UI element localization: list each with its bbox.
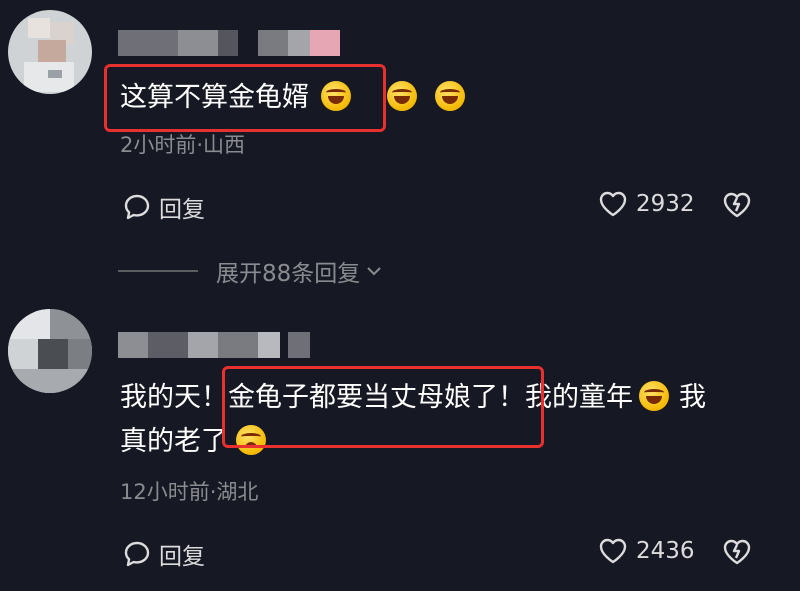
comment-meta: 2小时前·山西: [120, 133, 246, 157]
heart-icon: [599, 538, 627, 564]
heart-icon: [599, 191, 627, 217]
username-blurred[interactable]: [118, 332, 310, 358]
divider-line: [118, 270, 198, 272]
broken-heart-icon[interactable]: [722, 191, 752, 219]
reply-label: 回复: [159, 197, 205, 223]
expand-replies-label: 展开88条回复: [216, 261, 361, 287]
expand-replies[interactable]: 展开88条回复: [118, 254, 382, 288]
like-button[interactable]: 2436: [598, 537, 695, 565]
broken-heart-icon[interactable]: [722, 538, 752, 566]
reply-label: 回复: [159, 544, 205, 570]
comment-meta: 12小时前·湖北: [120, 480, 259, 504]
like-count: 2932: [636, 191, 695, 217]
laughing-crying-emoji-icon: [639, 381, 669, 411]
highlight-box: [222, 366, 544, 448]
reply-button[interactable]: 回复: [123, 190, 205, 224]
comment-bubble-icon: [124, 194, 150, 220]
avatar[interactable]: [8, 10, 92, 94]
like-count: 2436: [636, 538, 695, 564]
like-button[interactable]: 2932: [598, 190, 695, 218]
comment-bubble-icon: [124, 541, 150, 567]
comment-body: 真的老了: [120, 426, 228, 457]
avatar[interactable]: [8, 309, 92, 393]
laughing-crying-emoji-icon: [387, 81, 417, 111]
highlight-box: [104, 64, 386, 132]
laughing-crying-emoji-icon: [435, 81, 465, 111]
username-blurred[interactable]: [118, 30, 340, 56]
comment-body-tail: 我: [679, 382, 706, 413]
chevron-down-icon: [367, 267, 381, 276]
reply-button[interactable]: 回复: [123, 537, 205, 571]
